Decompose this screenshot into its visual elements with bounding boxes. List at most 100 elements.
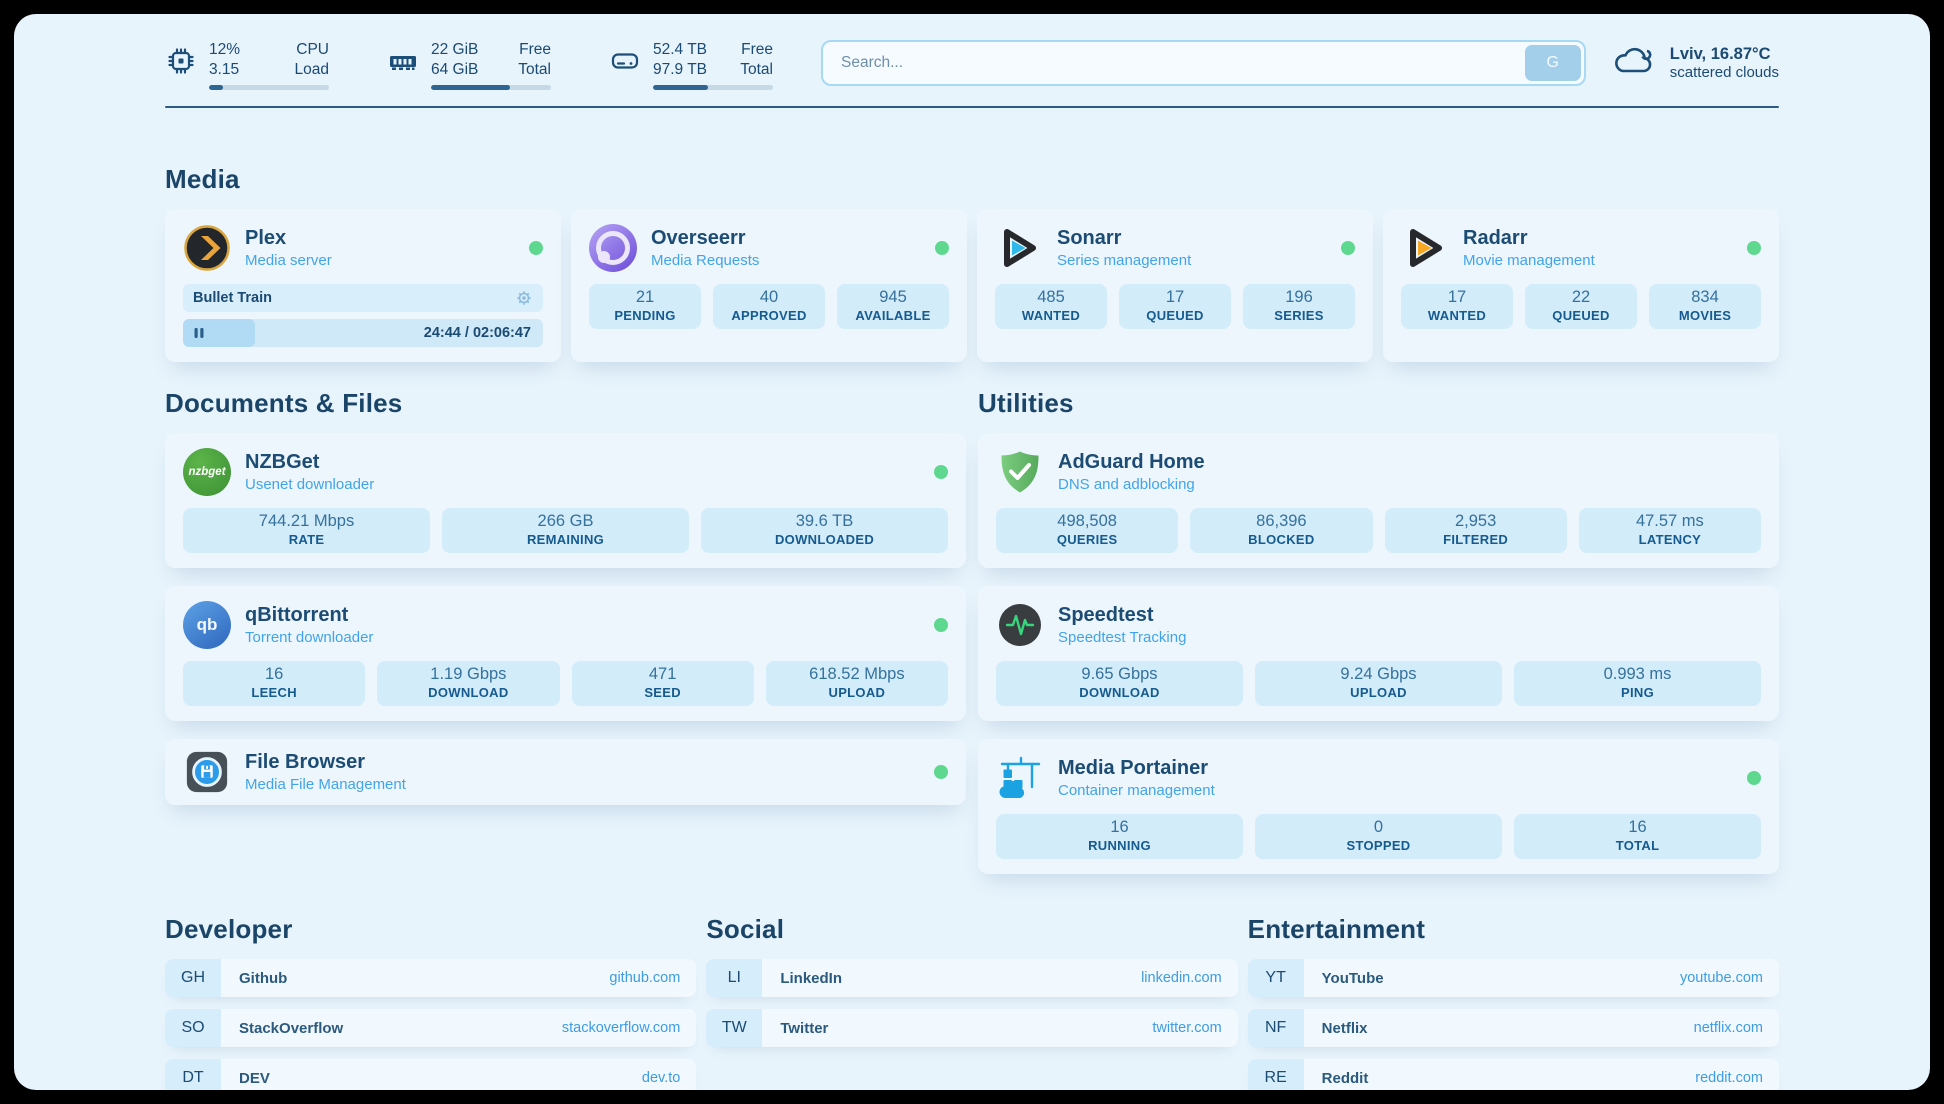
bookmark-netflix[interactable]: NF Netflix netflix.com [1248,1009,1779,1047]
plex-icon [183,224,231,272]
stat-remaining: 266 GB REMAINING [442,508,689,553]
disk-free-label: Free [740,40,773,60]
gear-icon[interactable] [515,289,533,307]
stat-available: 945 AVAILABLE [837,284,949,329]
header-divider [165,106,1779,108]
service-card-speedtest[interactable]: Speedtest Speedtest Tracking 9.65 Gbps D… [978,586,1779,721]
speedtest-icon [996,601,1044,649]
disk-total-label: Total [740,60,773,80]
service-name: Plex [245,227,332,250]
stat-queries: 498,508 QUERIES [996,508,1178,553]
disk-free-value: 52.4 TB [653,40,707,60]
service-card-qbittorrent[interactable]: qb qBittorrent Torrent downloader 16 LEE… [165,586,966,721]
service-card-nzbget[interactable]: nzbget NZBGet Usenet downloader 744.21 M… [165,433,966,568]
weather-location-temp: Lviv, 16.87°C [1670,45,1779,64]
cpu-usage-label: CPU [295,40,329,60]
search-bar: G [821,40,1586,86]
nzbget-icon: nzbget [183,448,231,496]
stat-rate: 744.21 Mbps RATE [183,508,430,553]
filebrowser-icon [183,748,231,796]
weather-condition: scattered clouds [1670,64,1779,81]
now-playing-row: Bullet Train [183,284,543,312]
service-card-plex[interactable]: Plex Media server Bullet Train [165,209,561,362]
service-name: Media Portainer [1058,757,1215,780]
service-name: Sonarr [1057,227,1191,250]
stat-series: 196 SERIES [1243,284,1355,329]
status-dot [934,765,948,779]
bookmark-youtube[interactable]: YT YouTube youtube.com [1248,959,1779,997]
status-dot [1747,771,1761,785]
stat-movies: 834 MOVIES [1649,284,1761,329]
stat-download: 9.65 Gbps DOWNLOAD [996,661,1243,706]
resource-widgets: 12% 3.15 CPU Load [165,40,773,90]
stat-wanted: 485 WANTED [995,284,1107,329]
stat-queued: 17 QUEUED [1119,284,1231,329]
service-name: qBittorrent [245,604,373,627]
stat-blocked: 86,396 BLOCKED [1190,508,1372,553]
stat-wanted: 17 WANTED [1401,284,1513,329]
cpu-usage-value: 12% [209,40,240,60]
service-card-filebrowser[interactable]: File Browser Media File Management [165,739,966,805]
bookmark-name: Netflix [1304,1020,1368,1037]
service-description: Media server [245,252,332,269]
stat-leech: 16 LEECH [183,661,365,706]
cpu-load-value: 3.15 [209,60,240,80]
disk-widget: 52.4 TB 97.9 TB Free Total [609,40,773,90]
bookmark-name: StackOverflow [221,1020,343,1037]
section-title-media: Media [165,164,1779,195]
disk-progress-bar [653,85,773,90]
disk-total-value: 97.9 TB [653,60,707,80]
service-name: Overseerr [651,227,759,250]
status-dot [934,465,948,479]
bookmark-reddit[interactable]: RE Reddit reddit.com [1248,1059,1779,1090]
stat-latency: 47.57 ms LATENCY [1579,508,1761,553]
stat-stopped: 0 STOPPED [1255,814,1502,859]
cpu-load-label: Load [295,60,329,80]
qbittorrent-icon: qb [183,601,231,649]
bookmark-name: Twitter [762,1020,828,1037]
status-dot [1747,241,1761,255]
bookmark-linkedin[interactable]: LI LinkedIn linkedin.com [706,959,1237,997]
search-input[interactable] [821,40,1586,86]
search-provider-button[interactable]: G [1525,45,1581,81]
cpu-progress-bar [209,85,329,90]
stat-seed: 471 SEED [572,661,754,706]
memory-icon [387,45,419,82]
sonarr-icon [995,224,1043,272]
bookmark-stackoverflow[interactable]: SO StackOverflow stackoverflow.com [165,1009,696,1047]
service-card-overseerr[interactable]: Overseerr Media Requests 21 PENDING 40 A… [571,209,967,362]
bookmark-name: Github [221,970,287,987]
portainer-icon [996,754,1044,802]
bookmark-dev[interactable]: DT DEV dev.to [165,1059,696,1090]
service-card-sonarr[interactable]: Sonarr Series management 485 WANTED 17 Q… [977,209,1373,362]
stat-queued: 22 QUEUED [1525,284,1637,329]
bookmark-abbr: NF [1248,1009,1304,1047]
memory-total-value: 64 GiB [431,60,478,80]
service-card-adguard[interactable]: AdGuard Home DNS and adblocking 498,508 … [978,433,1779,568]
bookmark-url: github.com [609,970,696,986]
stat-running: 16 RUNNING [996,814,1243,859]
bookmark-github[interactable]: GH Github github.com [165,959,696,997]
stat-ping: 0.993 ms PING [1514,661,1761,706]
service-card-portainer[interactable]: Media Portainer Container management 16 … [978,739,1779,874]
service-name: Speedtest [1058,604,1186,627]
section-title-utilities: Utilities [978,388,1779,419]
bookmark-url: youtube.com [1680,970,1779,986]
service-name: AdGuard Home [1058,451,1205,474]
service-description: DNS and adblocking [1058,476,1205,493]
bookmark-name: LinkedIn [762,970,842,987]
bookmark-abbr: GH [165,959,221,997]
bookmark-abbr: LI [706,959,762,997]
bookmark-twitter[interactable]: TW Twitter twitter.com [706,1009,1237,1047]
service-description: Media Requests [651,252,759,269]
stat-upload: 9.24 Gbps UPLOAD [1255,661,1502,706]
memory-free-label: Free [518,40,551,60]
overseerr-icon [589,224,637,272]
service-card-radarr[interactable]: Radarr Movie management 17 WANTED 22 QUE… [1383,209,1779,362]
stat-total: 16 TOTAL [1514,814,1761,859]
memory-widget: 22 GiB 64 GiB Free Total [387,40,551,90]
disk-icon [609,45,641,82]
status-dot [934,618,948,632]
memory-total-label: Total [518,60,551,80]
stat-filtered: 2,953 FILTERED [1385,508,1567,553]
